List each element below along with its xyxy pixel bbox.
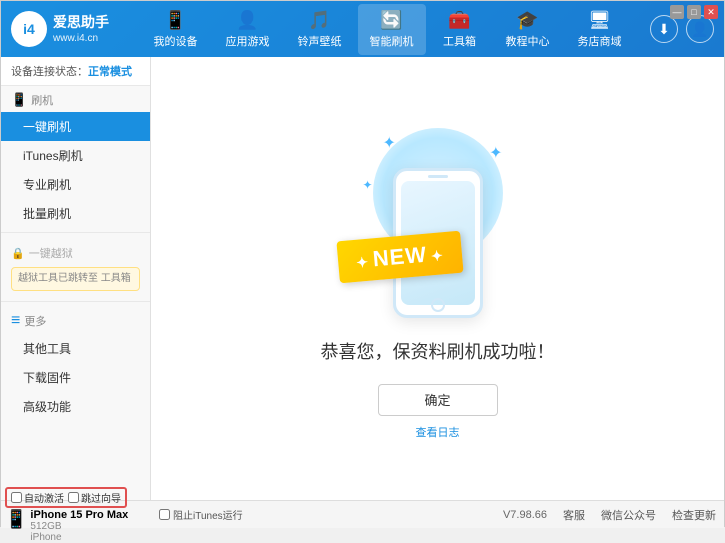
sidebar: 设备连接状态：正常模式 📱 刷机 一键刷机 iTunes刷机 专业刷机 批量刷机 — [1, 57, 151, 500]
tutorial-icon: 🎓 — [516, 10, 538, 31]
itunes-label[interactable]: 阻止iTunes运行 — [159, 507, 243, 522]
device-info: 📱 iPhone 15 Pro Max 512GB iPhone — [5, 509, 147, 543]
bottom-bar: 自动激活 跳过向导 📱 iPhone 15 Pro Max 512GB iPho… — [1, 500, 724, 528]
device-phone-icon: 📱 — [5, 509, 27, 530]
check-update-link[interactable]: 检查更新 — [672, 507, 716, 523]
success-message: 恭喜您，保资料刷机成功啦！ — [321, 338, 555, 364]
sidebar-item-download-firmware[interactable]: 下载固件 — [1, 363, 150, 392]
divider-1 — [1, 232, 150, 233]
sidebar-lock-item: 🔒 一键越狱 — [11, 241, 140, 265]
tab-apps-games[interactable]: 👤 应用游戏 — [214, 4, 282, 55]
view-log-link[interactable]: 查看日志 — [416, 424, 460, 440]
sidebar-section-flash[interactable]: 📱 刷机 — [1, 86, 150, 112]
bottom-right-links: V7.98.66 客服 微信公众号 检查更新 — [503, 507, 716, 523]
nav-tabs: 📱 我的设备 👤 应用游戏 🎵 铃声壁纸 🔄 智能刷机 🧰 工具箱 — [141, 4, 634, 55]
tab-tutorial[interactable]: 🎓 教程中心 — [494, 4, 562, 55]
tab-smart-flash[interactable]: 🔄 智能刷机 — [358, 4, 426, 55]
auto-activate-checkbox[interactable] — [11, 492, 22, 503]
user-button[interactable]: 👤 — [686, 15, 714, 43]
bottom-checkboxes: 自动激活 跳过向导 — [5, 487, 127, 508]
service-icon: 🖥 — [588, 10, 611, 31]
my-device-icon: 📱 — [164, 10, 186, 31]
apps-games-icon: 👤 — [236, 10, 258, 31]
star-decoration-1: ✦ — [383, 133, 396, 153]
device-name: iPhone 15 Pro Max — [30, 509, 128, 521]
main-content: ✦ ✦ ✦ NEW 恭喜您，保资料刷机成功啦！ 确定 查看日志 — [151, 57, 724, 500]
bottom-main: 阻止iTunes运行 V7.98.66 客服 微信公众号 检查更新 — [151, 507, 724, 523]
itunes-checkbox[interactable] — [159, 509, 170, 520]
sidebar-item-itunes-flash[interactable]: iTunes刷机 — [1, 141, 150, 170]
toolbox-icon: 🧰 — [448, 10, 470, 31]
divider-2 — [1, 301, 150, 302]
logo-text: 爱思助手 www.i4.cn — [53, 13, 109, 44]
jailbreak-notice: 越狱工具已跳转至 工具箱 — [11, 267, 140, 291]
sidebar-jailbreak-section: 🔒 一键越狱 越狱工具已跳转至 工具箱 — [1, 237, 150, 297]
download-button[interactable]: ⬇ — [650, 15, 678, 43]
bottom-device-section: 自动激活 跳过向导 📱 iPhone 15 Pro Max 512GB iPho… — [1, 487, 151, 543]
sidebar-item-batch-flash[interactable]: 批量刷机 — [1, 199, 150, 228]
guide-activate-checkbox[interactable] — [68, 492, 79, 503]
header: i4 爱思助手 www.i4.cn 📱 我的设备 👤 应用游戏 🎵 铃声壁纸 — [1, 1, 724, 57]
tab-toolbox[interactable]: 🧰 工具箱 — [430, 4, 490, 55]
customer-service-link[interactable]: 客服 — [563, 507, 585, 523]
confirm-button[interactable]: 确定 — [378, 384, 498, 416]
success-illustration: ✦ ✦ ✦ NEW — [348, 118, 528, 318]
guide-activate-checkbox-label[interactable]: 跳过向导 — [68, 490, 121, 505]
more-section-icon: ≡ — [11, 312, 20, 330]
flash-section-icon: 📱 — [11, 92, 27, 108]
window-controls: — □ ✕ — [670, 5, 718, 19]
tab-service[interactable]: 🖥 务店商域 — [566, 4, 634, 55]
device-status: 设备连接状态：正常模式 — [1, 57, 150, 86]
close-button[interactable]: ✕ — [704, 5, 718, 19]
device-storage: 512GB — [30, 521, 128, 532]
star-decoration-3: ✦ — [363, 178, 373, 192]
logo-area: i4 爱思助手 www.i4.cn — [11, 11, 141, 47]
tab-my-device[interactable]: 📱 我的设备 — [142, 4, 210, 55]
logo-icon: i4 — [11, 11, 47, 47]
lock-icon: 🔒 — [11, 247, 25, 260]
maximize-button[interactable]: □ — [687, 5, 701, 19]
ringtones-icon: 🎵 — [308, 10, 330, 31]
sidebar-item-advanced[interactable]: 高级功能 — [1, 392, 150, 421]
header-right: ⬇ 👤 — [634, 15, 714, 43]
sidebar-item-other-tools[interactable]: 其他工具 — [1, 334, 150, 363]
sidebar-section-more[interactable]: ≡ 更多 — [1, 306, 150, 334]
star-decoration-2: ✦ — [489, 143, 502, 163]
phone-home-button — [431, 298, 445, 312]
phone-speaker — [428, 175, 448, 178]
version-label: V7.98.66 — [503, 509, 547, 521]
device-details: iPhone 15 Pro Max 512GB iPhone — [30, 509, 128, 543]
main-layout: 设备连接状态：正常模式 📱 刷机 一键刷机 iTunes刷机 专业刷机 批量刷机 — [1, 57, 724, 500]
smart-flash-icon: 🔄 — [380, 10, 402, 31]
device-type: iPhone — [30, 532, 128, 543]
sidebar-item-pro-flash[interactable]: 专业刷机 — [1, 170, 150, 199]
auto-activate-checkbox-label[interactable]: 自动激活 — [11, 490, 64, 505]
sidebar-item-one-key-flash[interactable]: 一键刷机 — [1, 112, 150, 141]
tab-ringtones[interactable]: 🎵 铃声壁纸 — [286, 4, 354, 55]
wechat-link[interactable]: 微信公众号 — [601, 507, 656, 523]
minimize-button[interactable]: — — [670, 5, 684, 19]
